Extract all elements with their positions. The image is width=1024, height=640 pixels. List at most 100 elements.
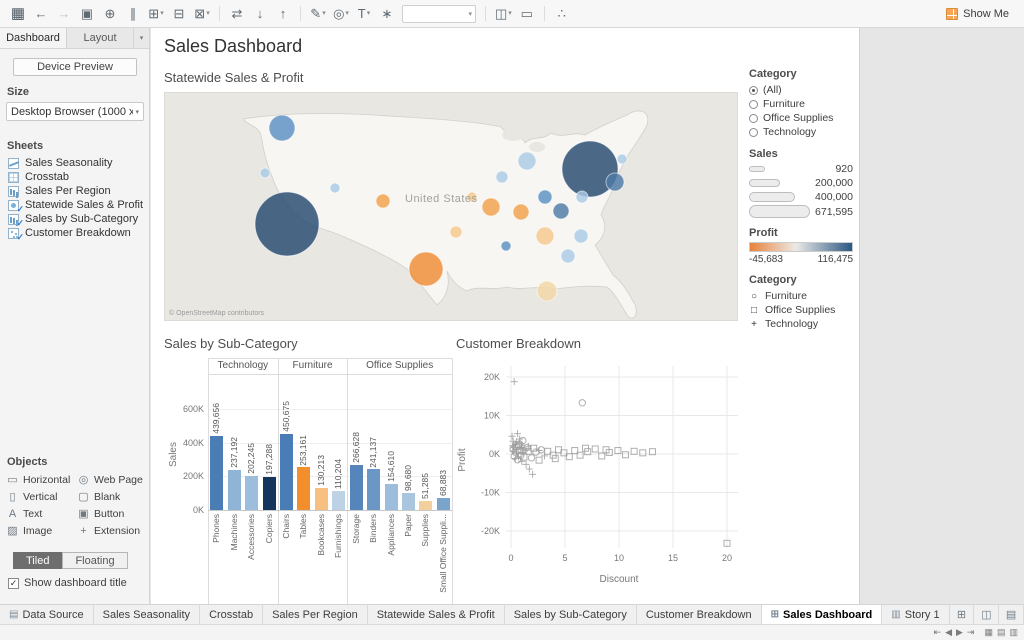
new-worksheet-button[interactable]: ⊞ ▾ [146,4,166,24]
object-text[interactable]: A Text [6,506,75,521]
scatter-mark-square[interactable] [614,447,622,455]
shape-legend-item[interactable]: □ Office Supplies [749,303,853,317]
bar-chart-plot[interactable]: 0K 200K 400K 600K Sales Technology 439,656 Phon… [164,358,456,604]
save-button[interactable]: ▣ [77,4,97,24]
map-bubble-mark[interactable] [329,182,341,194]
bar-mark[interactable] [436,498,450,510]
floating-button[interactable]: Floating [62,552,128,569]
show-filmstrip-button[interactable]: ▤ [997,627,1006,638]
map-bubble-mark[interactable] [573,228,589,244]
map-bubble-mark[interactable] [481,197,501,217]
object-web-page[interactable]: ◎ Web Page [77,472,146,487]
new-dashboard-tab-button[interactable]: ◫ [974,605,1000,624]
map-bubble-mark[interactable] [552,202,570,220]
sheet-item[interactable]: ✓ Statewide Sales & Profit [0,198,149,214]
sheet-item[interactable]: Crosstab [0,170,149,184]
profit-gradient-bar[interactable] [749,242,853,253]
bar-mark[interactable] [245,475,259,510]
last-sheet-button[interactable]: ⇥ [967,627,975,638]
map-bubble-mark[interactable] [535,226,555,246]
map-bubble-mark[interactable] [517,151,537,171]
map-bubble-mark[interactable] [575,190,589,204]
scatter-mark-square[interactable] [639,449,647,457]
bar-mark[interactable] [401,493,415,510]
sort-ascending-button[interactable]: ↓ [250,4,270,24]
sheet-tab[interactable]: Crosstab [200,605,264,624]
sheet-item[interactable]: Sales Per Region [0,184,149,198]
map-bubble-mark[interactable] [536,280,558,302]
bar-mark[interactable] [279,434,293,510]
first-sheet-button[interactable]: ⇤ [934,627,942,638]
bar-mark[interactable] [419,501,433,510]
show-me-button[interactable]: Show Me [939,6,1016,22]
scatter-mark-square[interactable] [535,456,543,464]
sort-descending-button[interactable]: ↑ [273,4,293,24]
bar-mark[interactable] [384,483,398,510]
map-bubble-mark[interactable] [495,170,509,184]
object-button[interactable]: ▣ Button [77,506,146,521]
show-dashboard-title-checkbox[interactable] [8,577,19,589]
map-bubble-mark[interactable] [616,153,628,165]
pause-updates-button[interactable]: ∥ [123,4,143,24]
bar-mark[interactable] [297,467,311,510]
sheet-tab[interactable]: ▥ Story 1 [882,605,950,624]
show-cards-button[interactable]: ◫ ▾ [493,4,514,24]
category-filter-option[interactable]: Technology [749,125,853,139]
clear-sheet-button[interactable]: ⊠ ▾ [192,4,212,24]
device-preview-button[interactable]: Device Preview [13,58,137,76]
bar-mark[interactable] [349,465,363,510]
next-sheet-button[interactable]: ▶ [956,627,963,638]
group-members-button[interactable]: ◎ ▾ [331,4,351,24]
share-button[interactable]: ∴ [552,4,572,24]
object-horizontal[interactable]: ▭ Horizontal [6,472,75,487]
map-bubble-mark[interactable] [537,189,553,205]
category-filter-option[interactable]: Furniture [749,97,853,111]
scatter-plot[interactable]: 0 5 10 15 20 20K 10K 0K -10K -20K Profit Discount [456,358,748,604]
map-bubble-mark[interactable] [605,172,625,192]
map-bubble-mark[interactable] [560,248,576,264]
sheet-tab[interactable]: Sales Seasonality [94,605,201,624]
highlight-button[interactable]: ✎ ▾ [308,4,328,24]
scatter-mark-plus[interactable] [529,470,537,478]
object-extension[interactable]: + Extension [77,523,146,538]
scatter-mark-plus[interactable] [525,465,533,473]
object-image[interactable]: ▨ Image [6,523,75,538]
tiled-button[interactable]: Tiled [13,552,63,569]
size-dropdown[interactable]: Desktop Browser (1000 x 8... ▾ [6,102,144,121]
fit-dropdown[interactable]: ▾ [402,4,476,23]
format-button[interactable]: ∗ [377,4,397,24]
new-story-tab-button[interactable]: ▤ [999,605,1024,624]
sheet-tab[interactable]: Sales Per Region [263,605,368,624]
scatter-mark-plus[interactable] [510,378,518,386]
map-view[interactable]: United States © OpenStreetMap contributo… [164,92,738,321]
scatter-mark-square[interactable] [630,447,638,455]
bar-mark[interactable] [367,469,381,510]
show-mark-labels-button[interactable]: T ▾ [354,4,374,24]
scatter-mark-circle[interactable] [527,454,536,462]
pane-menu-caret[interactable]: ▾ [134,28,149,48]
swap-axes-button[interactable]: ⇄ [227,4,247,24]
pane-tab-dashboard[interactable]: Dashboard [0,28,67,48]
object-vertical[interactable]: ▯ Vertical [6,489,75,504]
sheet-item[interactable]: Sales Seasonality [0,156,149,170]
shape-legend-item[interactable]: + Technology [749,317,853,331]
bar-mark[interactable] [227,470,241,510]
category-filter-option[interactable]: Office Supplies [749,111,853,125]
show-sheet-sorter-button[interactable]: ▥ [1009,627,1018,638]
bar-mark[interactable] [262,476,276,510]
bar-mark[interactable] [314,488,328,510]
bar-mark[interactable] [332,491,346,510]
previous-sheet-button[interactable]: ◀ [945,627,952,638]
pane-tab-layout[interactable]: Layout [67,28,134,48]
category-filter-option[interactable]: (All) [749,83,853,97]
undo-button[interactable]: ← [31,4,51,24]
object-blank[interactable]: ▢ Blank [77,489,146,504]
sheet-tab[interactable]: ▤ Data Source [0,605,94,624]
scatter-mark-circle[interactable] [578,399,586,407]
scatter-mark-plus[interactable] [522,460,530,468]
add-data-button[interactable]: ⊕ [100,4,120,24]
scatter-mark-square[interactable] [621,451,629,459]
map-bubble-mark[interactable] [408,251,444,287]
presentation-mode-button[interactable]: ▭ [517,4,537,24]
scatter-mark-square[interactable] [591,445,599,453]
